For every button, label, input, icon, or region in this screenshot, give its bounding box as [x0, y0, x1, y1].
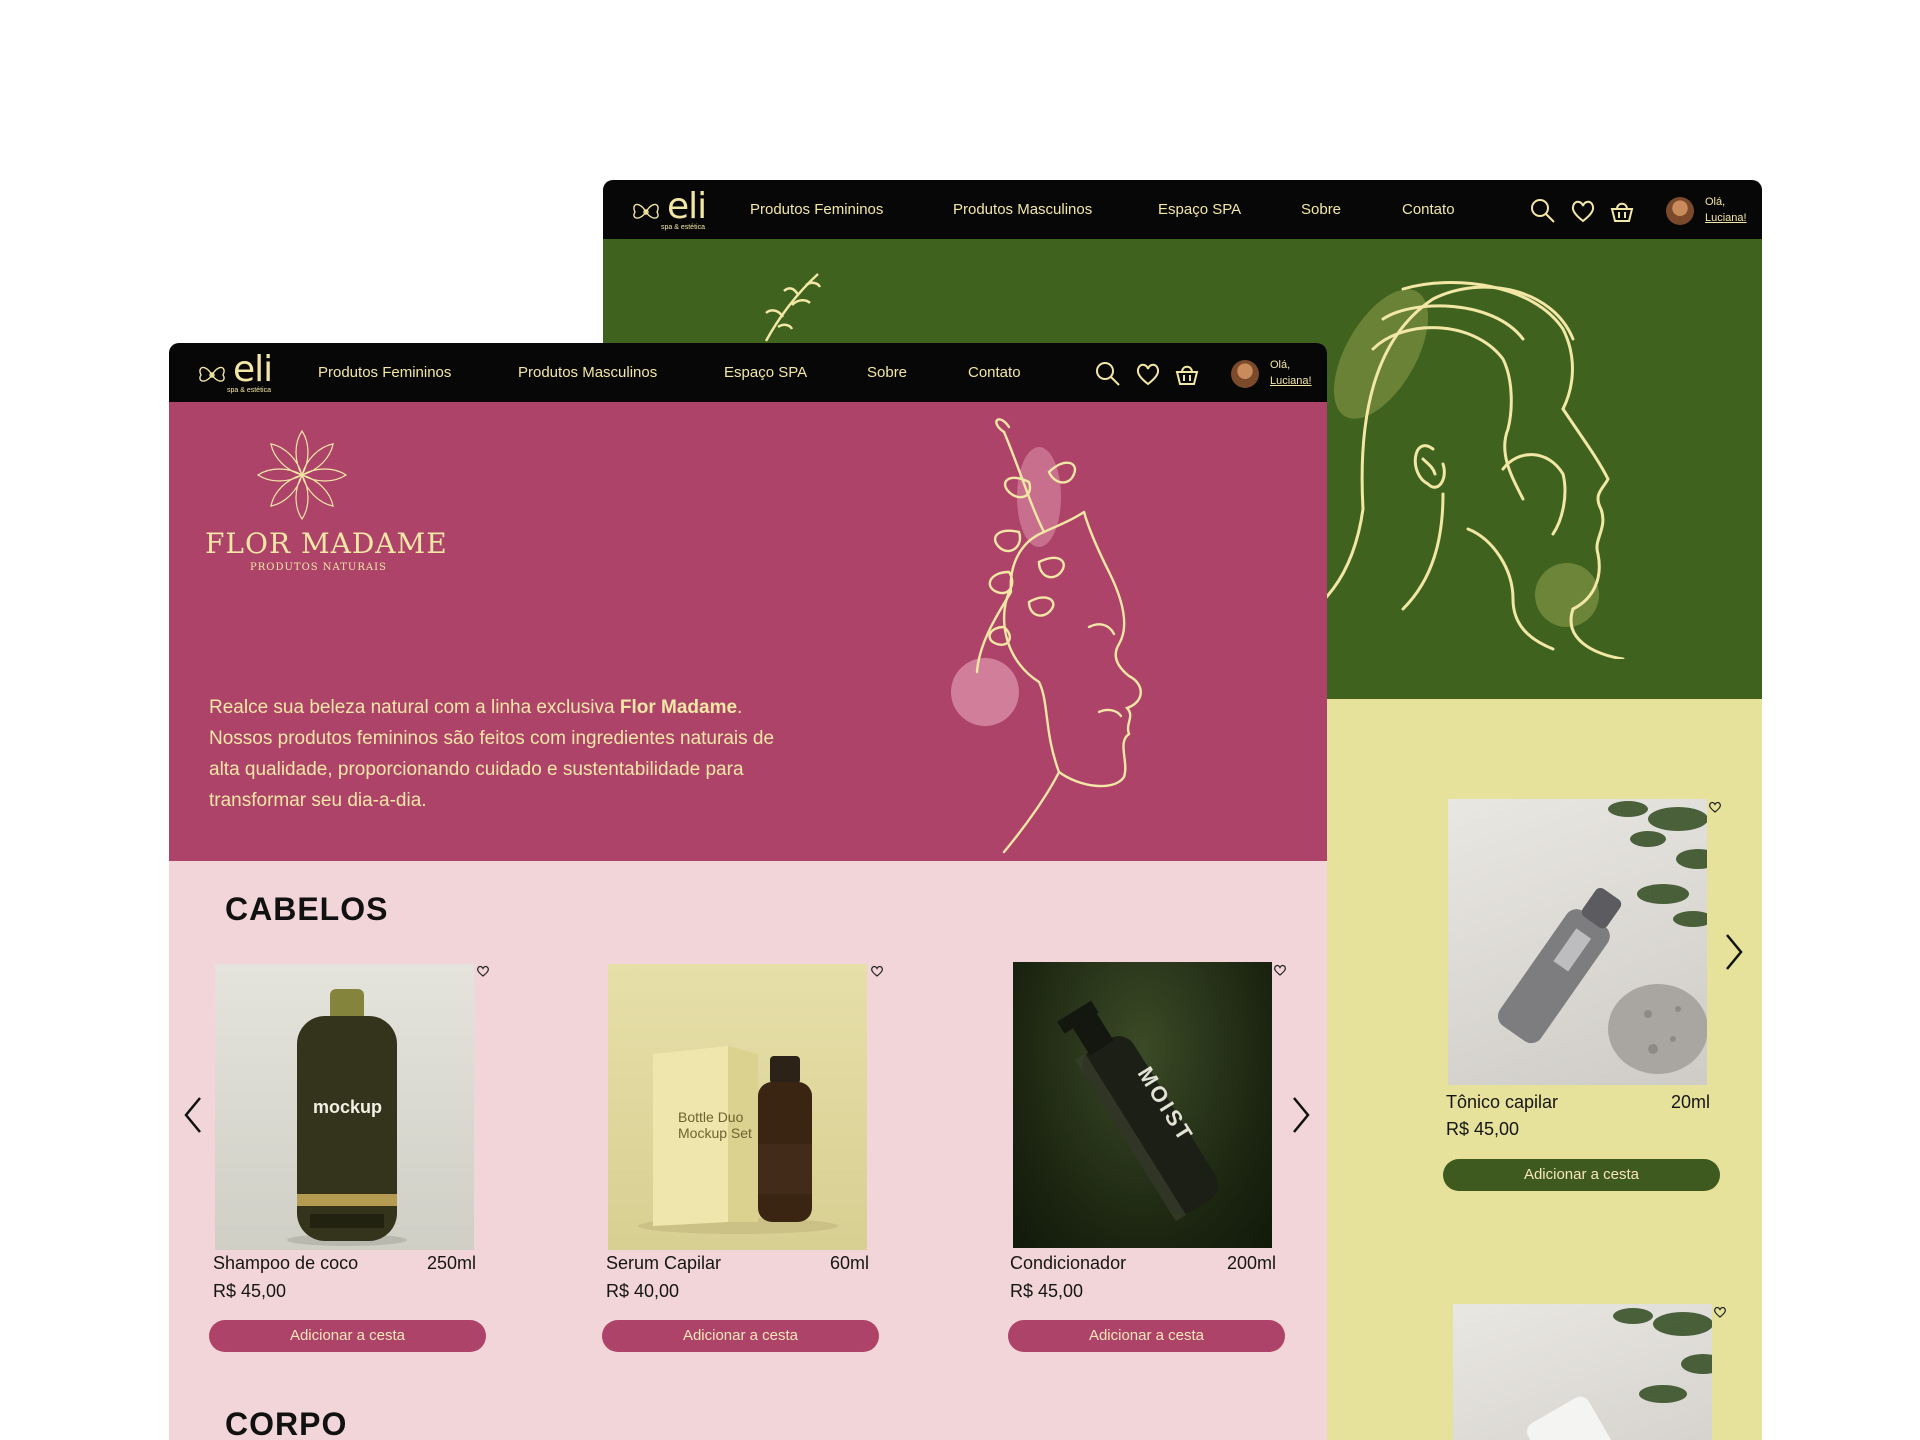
product-volume: 60ml — [829, 1253, 869, 1273]
shampoo-bottle-label: mockup — [313, 1097, 383, 1117]
hero-intro-text: Realce sua beleza natural com a linha ex… — [209, 692, 809, 816]
product-name: Tônico capilar — [1446, 1092, 1559, 1112]
basket-icon[interactable] — [1174, 361, 1200, 387]
favorite-heart-icon[interactable] — [870, 964, 884, 978]
brand-title: FLOR MADAME — [205, 527, 448, 560]
nav-link-sobre[interactable]: Sobre — [1301, 180, 1341, 239]
nav-link-espaco-spa[interactable]: Espaço SPA — [1158, 180, 1241, 239]
intro-text-start: Realce sua beleza natural com a linha ex… — [209, 697, 620, 718]
section-title-cabelos: CABELOS — [225, 891, 389, 927]
orchid-icon — [199, 366, 225, 382]
favorite-heart-icon[interactable] — [476, 964, 490, 978]
product-price: R$ 45,00 — [1446, 1119, 1520, 1139]
greeting-hello: Olá, — [1705, 196, 1726, 208]
brand-tagline: PRODUTOS NATURAIS — [250, 562, 387, 573]
nav-link-sobre[interactable]: Sobre — [867, 343, 907, 402]
nav-link-espaco-spa[interactable]: Espaço SPA — [724, 343, 807, 402]
logo-tagline: spa & estética — [661, 224, 705, 231]
leaf-sprig-illustration — [764, 273, 822, 342]
conditioner-bottle-photo — [1057, 1000, 1219, 1222]
product-image-shampoo[interactable]: mockup — [215, 964, 474, 1250]
nav-link-produtos-femininos[interactable]: Produtos Femininos — [750, 180, 883, 239]
greeting-name: Luciana! — [1705, 212, 1747, 224]
product-image-second[interactable] — [1453, 1304, 1712, 1440]
product-price: R$ 40,00 — [606, 1281, 680, 1301]
logo-tagline: spa & estética — [227, 387, 271, 394]
intro-brand-name: Flor Madame — [619, 697, 738, 718]
greeting-hello: Olá, — [1270, 359, 1291, 371]
nav-link-produtos-masculinos[interactable]: Produtos Masculinos — [518, 343, 657, 402]
nav-link-contato[interactable]: Contato — [1402, 180, 1455, 239]
product-name: Condicionador — [1010, 1253, 1127, 1273]
search-icon[interactable] — [1095, 361, 1121, 387]
product-price: R$ 45,00 — [213, 1281, 287, 1301]
feminine-page-window: eli spa & estética Produtos Femininos Pr… — [169, 343, 1327, 1440]
top-navbar: eli spa & estética Produtos Femininos Pr… — [603, 180, 1762, 239]
carousel-next-arrow[interactable] — [1291, 1095, 1311, 1135]
product-volume: 250ml — [426, 1253, 476, 1273]
add-to-basket-button[interactable]: Adicionar a cesta — [602, 1320, 879, 1352]
serum-box-label: Bottle Duo Mockup Set — [678, 1109, 752, 1141]
nav-link-produtos-masculinos[interactable]: Produtos Masculinos — [953, 180, 1092, 239]
eli-logo[interactable]: eli spa & estética — [629, 186, 719, 232]
product-name: Serum Capilar — [606, 1253, 722, 1273]
user-avatar[interactable] — [1666, 197, 1694, 225]
serum-box-photo — [638, 1046, 838, 1234]
nav-link-contato[interactable]: Contato — [968, 343, 1021, 402]
logo-word: eli — [233, 349, 273, 390]
orchid-icon — [633, 203, 659, 219]
product-volume: 20ml — [1670, 1092, 1710, 1112]
carousel-prev-arrow[interactable] — [183, 1095, 203, 1135]
second-product-photo — [1527, 1308, 1712, 1440]
product-volume: 200ml — [1226, 1253, 1276, 1273]
favorite-heart-icon[interactable] — [1713, 1305, 1727, 1319]
heart-icon[interactable] — [1570, 198, 1596, 224]
eli-logo[interactable]: eli spa & estética — [195, 349, 285, 395]
product-image-serum[interactable]: Bottle Duo Mockup Set — [608, 964, 867, 1250]
female-face-line-art — [951, 418, 1142, 854]
logo-word: eli — [667, 186, 707, 227]
favorite-heart-icon[interactable] — [1273, 963, 1287, 977]
product-price: R$ 45,00 — [1010, 1281, 1084, 1301]
user-greeting[interactable]: Olá, Luciana! — [1270, 357, 1312, 389]
section-title-corpo: CORPO — [225, 1406, 348, 1440]
search-icon[interactable] — [1530, 198, 1556, 224]
favorite-heart-icon[interactable] — [1708, 800, 1722, 814]
product-image-tonico[interactable] — [1448, 799, 1707, 1085]
nav-link-produtos-femininos[interactable]: Produtos Femininos — [318, 343, 451, 402]
feminine-hero-banner: FLOR MADAME PRODUTOS NATURAIS Realce sua… — [169, 402, 1327, 861]
add-to-basket-button[interactable]: Adicionar a cesta — [1008, 1320, 1285, 1352]
add-to-basket-button[interactable]: Adicionar a cesta — [1443, 1159, 1720, 1191]
heart-icon[interactable] — [1135, 361, 1161, 387]
flower-logo-icon — [256, 429, 348, 521]
greeting-name: Luciana! — [1270, 375, 1312, 387]
product-name: Shampoo de coco — [213, 1253, 359, 1273]
user-greeting[interactable]: Olá, Luciana! — [1705, 194, 1747, 226]
top-navbar: eli spa & estética Produtos Femininos Pr… — [169, 343, 1327, 402]
user-avatar[interactable] — [1231, 360, 1259, 388]
product-image-condicionador[interactable]: MOIST — [1013, 962, 1272, 1248]
basket-icon[interactable] — [1609, 198, 1635, 224]
carousel-next-arrow[interactable] — [1724, 932, 1744, 972]
tonic-bottle-photo — [1497, 801, 1707, 1074]
add-to-basket-button[interactable]: Adicionar a cesta — [209, 1320, 486, 1352]
